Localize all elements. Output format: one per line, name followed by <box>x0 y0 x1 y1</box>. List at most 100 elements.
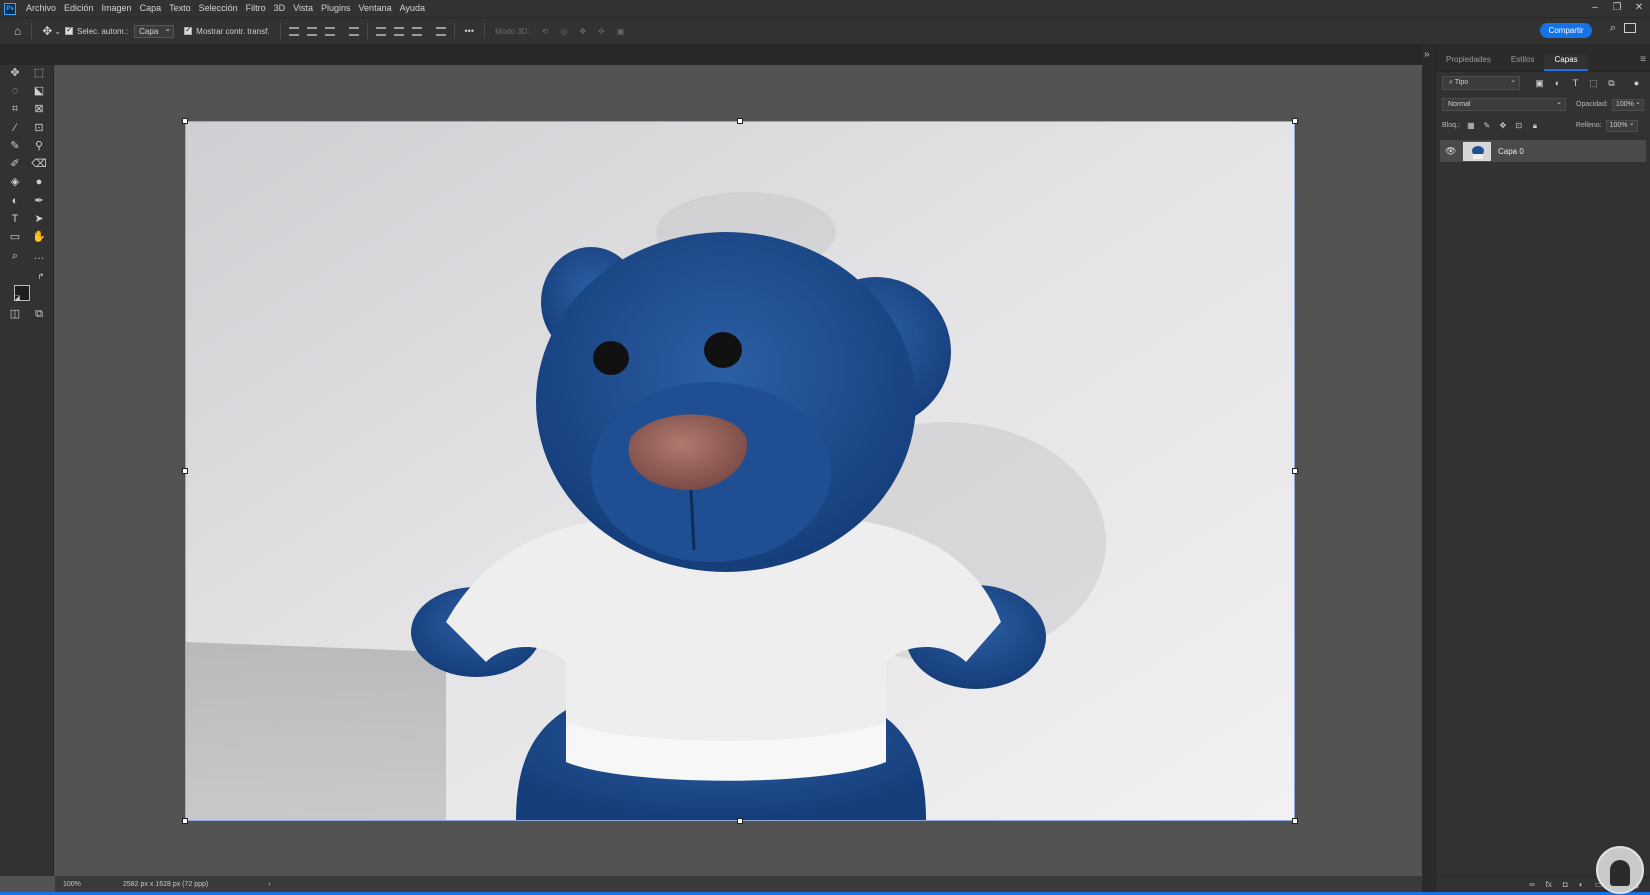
menu-seleccion[interactable]: Selección <box>195 0 242 17</box>
layer-style-fx-icon[interactable]: fx <box>1546 880 1552 889</box>
rectangle-tool-icon[interactable]: ▭ <box>6 229 24 245</box>
brush-tool-icon[interactable]: ✎ <box>6 138 24 154</box>
frame-tool-icon[interactable]: ⊠ <box>30 101 48 117</box>
zoom-tool-icon[interactable]: ⌕ <box>6 248 24 264</box>
menu-edicion[interactable]: Edición <box>60 0 98 17</box>
align-left-icon[interactable] <box>288 26 299 36</box>
search-icon[interactable]: ⌕ <box>1610 22 1616 35</box>
panel-menu-icon[interactable]: ≡ <box>1640 54 1646 65</box>
adjustment-layer-icon[interactable]: ◐ <box>1579 880 1584 889</box>
tab-propiedades[interactable]: Propiedades <box>1436 55 1501 71</box>
menu-ventana[interactable]: Ventana <box>355 0 396 17</box>
lock-transparent-icon[interactable]: ▦ <box>1466 121 1476 131</box>
fill-field[interactable]: 100% <box>1605 119 1638 132</box>
move-tool-icon[interactable]: ✥ <box>6 65 24 81</box>
menu-imagen[interactable]: Imagen <box>98 0 136 17</box>
checkbox-checked-icon[interactable] <box>184 25 193 35</box>
lock-image-icon[interactable]: ✎ <box>1482 121 1492 131</box>
eraser-tool-icon[interactable]: ⌫ <box>30 156 48 172</box>
menu-filtro[interactable]: Filtro <box>242 0 270 17</box>
healing-brush-tool-icon[interactable]: ⊡ <box>30 120 48 136</box>
dodge-tool-icon[interactable]: ◐ <box>6 193 24 209</box>
pen-tool-icon[interactable]: ✒ <box>30 193 48 209</box>
close-icon[interactable]: ✕ <box>1628 0 1650 17</box>
tab-capas[interactable]: Capas <box>1544 55 1588 71</box>
transform-handle-top-right[interactable] <box>1292 118 1298 124</box>
distribute-h-icon[interactable] <box>348 26 359 36</box>
more-tools-icon[interactable]: … <box>30 248 48 264</box>
menu-plugins[interactable]: Plugins <box>317 0 355 17</box>
paint-bucket-tool-icon[interactable]: ◈ <box>6 174 24 190</box>
checkbox-checked-icon[interactable] <box>65 25 74 35</box>
screen-mode-icon[interactable]: ⧉ <box>30 306 48 322</box>
lock-position-icon[interactable]: ✥ <box>1498 121 1508 131</box>
path-selection-tool-icon[interactable]: ➤ <box>30 211 48 227</box>
quick-mask-icon[interactable]: ◫ <box>6 306 24 322</box>
transform-handle-bottom-left[interactable] <box>182 818 188 824</box>
filter-toggle-icon[interactable]: ● <box>1631 78 1642 89</box>
align-middle-icon[interactable] <box>393 26 404 36</box>
transform-handle-top-left[interactable] <box>182 118 188 124</box>
filter-type-icon[interactable]: T <box>1570 78 1581 89</box>
align-right-icon[interactable] <box>324 26 335 36</box>
crop-tool-icon[interactable]: ⌗ <box>6 101 24 117</box>
filter-adjustment-icon[interactable]: ◐ <box>1552 78 1563 89</box>
document-image[interactable] <box>186 122 1294 820</box>
home-icon[interactable]: ⌂ <box>14 24 21 38</box>
minimize-icon[interactable]: – <box>1584 0 1606 17</box>
share-button[interactable]: Compartir <box>1540 23 1592 38</box>
eye-visibility-icon[interactable]: 👁︎ <box>1445 146 1457 157</box>
filter-shape-icon[interactable]: ⬚ <box>1588 78 1599 89</box>
auto-select-dropdown[interactable]: Capa <box>134 24 175 38</box>
show-transform-checkbox[interactable]: Mostrar contr. transf. <box>184 25 270 36</box>
object-select-tool-icon[interactable]: ⬕ <box>30 83 48 99</box>
menu-capa[interactable]: Capa <box>136 0 166 17</box>
lock-artboard-icon[interactable]: ⊡ <box>1514 121 1524 131</box>
tab-estilos[interactable]: Estilos <box>1501 55 1545 71</box>
distribute-v-icon[interactable] <box>435 26 446 36</box>
opacity-field[interactable]: 100% <box>1611 98 1644 111</box>
chevron-down-icon[interactable]: ⌄ <box>54 27 61 36</box>
layer-row[interactable]: 👁︎ Capa 0 <box>1440 140 1646 162</box>
zoom-level[interactable]: 100% <box>63 881 123 888</box>
swap-colors-icon[interactable]: ↱ <box>32 269 50 285</box>
lasso-tool-icon[interactable]: ◌ <box>6 83 24 99</box>
menu-archivo[interactable]: Archivo <box>22 0 60 17</box>
history-brush-tool-icon[interactable]: ✐ <box>6 156 24 172</box>
auto-select-checkbox[interactable]: Selec. autom.: <box>65 25 128 36</box>
move-tool-icon[interactable]: ✥ <box>42 24 52 38</box>
transform-handle-bottom-right[interactable] <box>1292 818 1298 824</box>
lock-all-icon[interactable]: 🔒︎ <box>1530 121 1540 131</box>
transform-handle-bottom-center[interactable] <box>737 818 743 824</box>
menu-3d[interactable]: 3D <box>270 0 290 17</box>
transform-handle-top-center[interactable] <box>737 118 743 124</box>
chevron-right-icon[interactable]: › <box>268 881 270 888</box>
add-mask-icon[interactable]: ◘ <box>1563 880 1568 889</box>
link-layers-icon[interactable]: ∞ <box>1529 880 1535 889</box>
menu-ayuda[interactable]: Ayuda <box>396 0 429 17</box>
default-colors-icon[interactable]: ◪ <box>8 291 26 307</box>
more-options-icon[interactable]: ••• <box>465 26 474 36</box>
align-top-icon[interactable] <box>375 26 386 36</box>
transform-handle-middle-left[interactable] <box>182 468 188 474</box>
blend-mode-dropdown[interactable]: Normal <box>1442 97 1566 111</box>
collapse-panels-icon[interactable]: » <box>1424 49 1430 60</box>
marquee-tool-icon[interactable]: ⬚ <box>30 65 48 81</box>
menu-vista[interactable]: Vista <box>289 0 317 17</box>
restore-icon[interactable]: ❐ <box>1606 0 1628 17</box>
align-bottom-icon[interactable] <box>411 26 422 36</box>
type-tool-icon[interactable]: T <box>6 211 24 227</box>
hand-tool-icon[interactable]: ✋ <box>30 229 48 245</box>
canvas-area[interactable] <box>55 65 1422 876</box>
clone-stamp-tool-icon[interactable]: ⚲ <box>30 138 48 154</box>
filter-smart-object-icon[interactable]: ⧉ <box>1606 78 1617 89</box>
transform-handle-middle-right[interactable] <box>1292 468 1298 474</box>
layer-name[interactable]: Capa 0 <box>1498 147 1524 156</box>
blur-tool-icon[interactable]: ● <box>30 174 48 190</box>
align-center-h-icon[interactable] <box>306 26 317 36</box>
layer-filter-dropdown[interactable]: ⌕ Tipo <box>1442 75 1520 90</box>
eyedropper-tool-icon[interactable]: ⁄ <box>6 120 24 136</box>
filter-pixel-icon[interactable]: ▣ <box>1534 78 1545 89</box>
menu-texto[interactable]: Texto <box>165 0 195 17</box>
workspace-icon[interactable] <box>1624 23 1636 33</box>
